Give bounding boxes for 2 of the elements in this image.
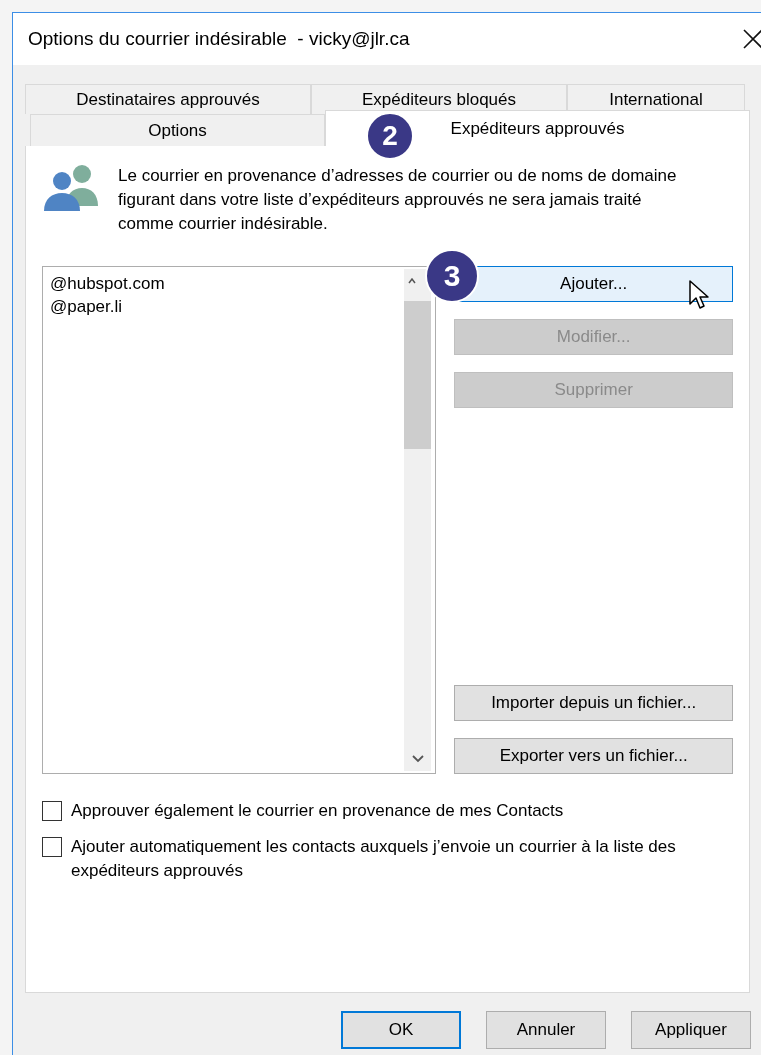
description-text: Le courrier en provenance d’adresses de courrier ou de noms de domaine figurant dans votre liste d’expéditeurs approuvés ne sera jamais traité comme courrier indésirable. [118, 165, 678, 235]
window-title: Options du courrier indésirable - vicky@jlr.ca [28, 28, 410, 50]
